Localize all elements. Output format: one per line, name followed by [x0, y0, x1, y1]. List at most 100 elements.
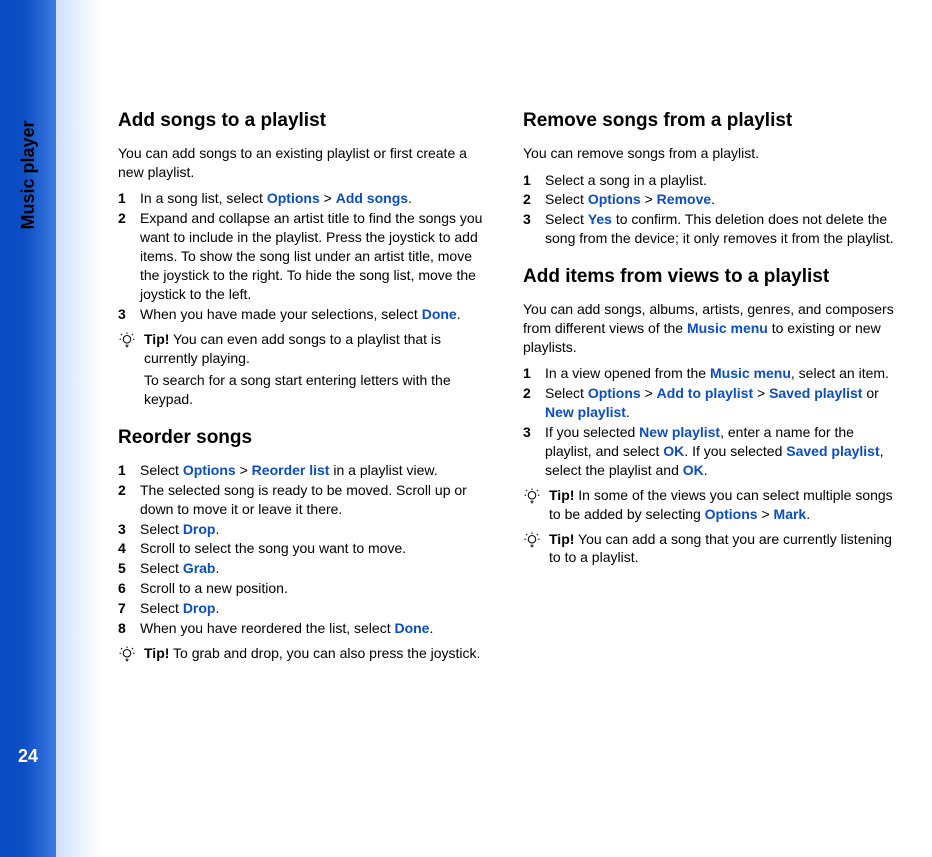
intro-remove: You can remove songs from a playlist.: [523, 144, 900, 163]
step-body: Select Options > Reorder list in a playl…: [140, 461, 495, 480]
step-number: 4: [118, 539, 140, 558]
step-number: 2: [523, 190, 545, 209]
ui-done: Done: [422, 306, 457, 322]
lightbulb-icon: [523, 486, 549, 524]
step: 2 The selected song is ready to be moved…: [118, 481, 495, 519]
ui-add-to-playlist: Add to playlist: [657, 385, 753, 401]
step-body: Select Options > Add to playlist > Saved…: [545, 384, 900, 422]
tip-block: Tip! You can even add songs to a playlis…: [118, 330, 495, 410]
text: To grab and drop, you can also press the…: [169, 645, 480, 661]
step: 1 In a song list, select Options > Add s…: [118, 189, 495, 208]
heading-add-songs: Add songs to a playlist: [118, 108, 495, 134]
ui-yes: Yes: [588, 211, 612, 227]
text: In a view opened from the: [545, 365, 710, 381]
step: 8 When you have reordered the list, sele…: [118, 619, 495, 638]
step-body: Select Yes to confirm. This deletion doe…: [545, 210, 900, 248]
heading-add-from-views: Add items from views to a playlist: [523, 264, 900, 290]
step-body: Select Grab.: [140, 559, 495, 578]
sidebar-fade: [56, 0, 100, 857]
ui-options: Options: [183, 462, 236, 478]
text: .: [711, 191, 715, 207]
text: If you selected: [545, 424, 639, 440]
text: >: [641, 191, 657, 207]
text: . If you selected: [684, 443, 786, 459]
step-number: 5: [118, 559, 140, 578]
ui-remove: Remove: [657, 191, 711, 207]
step: 3 If you selected New playlist, enter a …: [523, 423, 900, 480]
step-number: 2: [523, 384, 545, 422]
lightbulb-icon: [523, 530, 549, 568]
text: Select: [140, 462, 183, 478]
text: .: [215, 600, 219, 616]
text: .: [806, 506, 810, 522]
text: In a song list, select: [140, 190, 267, 206]
page-number: 24: [0, 744, 56, 768]
ui-saved-playlist: Saved playlist: [786, 443, 879, 459]
text: .: [408, 190, 412, 206]
tip-body: Tip! You can add a song that you are cur…: [549, 530, 900, 568]
step: 6 Scroll to a new position.: [118, 579, 495, 598]
text: .: [704, 462, 708, 478]
ui-ok: OK: [663, 443, 684, 459]
text: , select an item.: [791, 365, 889, 381]
step: 4 Scroll to select the song you want to …: [118, 539, 495, 558]
text: >: [236, 462, 252, 478]
step-number: 8: [118, 619, 140, 638]
step-body: In a song list, select Options > Add son…: [140, 189, 495, 208]
tip-label: Tip!: [144, 645, 169, 661]
step-number: 7: [118, 599, 140, 618]
step: 3 When you have made your selections, se…: [118, 305, 495, 324]
step-body: When you have made your selections, sele…: [140, 305, 495, 324]
step-number: 3: [118, 305, 140, 324]
step: 3 Select Yes to confirm. This deletion d…: [523, 210, 900, 248]
text: >: [753, 385, 769, 401]
steps-add-from-views: 1 In a view opened from the Music menu, …: [523, 364, 900, 479]
text: When you have made your selections, sele…: [140, 306, 422, 322]
tip-label: Tip!: [549, 487, 574, 503]
step: 1 Select a song in a playlist.: [523, 171, 900, 190]
text: >: [641, 385, 657, 401]
steps-add-songs: 1 In a song list, select Options > Add s…: [118, 189, 495, 323]
step-number: 1: [523, 171, 545, 190]
heading-remove: Remove songs from a playlist: [523, 108, 900, 134]
text: When you have reordered the list, select: [140, 620, 394, 636]
step-number: 3: [523, 423, 545, 480]
tip-block: Tip! You can add a song that you are cur…: [523, 530, 900, 568]
text: .: [626, 404, 630, 420]
step-number: 1: [523, 364, 545, 383]
lightbulb-icon: [118, 330, 144, 410]
ui-new-playlist: New playlist: [639, 424, 720, 440]
ui-drop: Drop: [183, 600, 216, 616]
tip-body: Tip! In some of the views you can select…: [549, 486, 900, 524]
ui-options: Options: [588, 385, 641, 401]
steps-remove: 1 Select a song in a playlist. 2 Select …: [523, 171, 900, 249]
step-number: 2: [118, 209, 140, 303]
ui-options: Options: [588, 191, 641, 207]
heading-reorder: Reorder songs: [118, 425, 495, 451]
step-number: 2: [118, 481, 140, 519]
tip-label: Tip!: [549, 531, 574, 547]
step-body: Select a song in a playlist.: [545, 171, 900, 190]
text: Select: [140, 521, 183, 537]
step-body: Select Drop.: [140, 599, 495, 618]
ui-options: Options: [705, 506, 758, 522]
step-number: 3: [523, 210, 545, 248]
step-number: 3: [118, 520, 140, 539]
text: Select: [545, 191, 588, 207]
ui-ok: OK: [683, 462, 704, 478]
text: or: [862, 385, 878, 401]
tip-block: Tip! In some of the views you can select…: [523, 486, 900, 524]
text: Select: [545, 211, 588, 227]
ui-saved-playlist: Saved playlist: [769, 385, 862, 401]
step-number: 1: [118, 461, 140, 480]
step-body: When you have reordered the list, select…: [140, 619, 495, 638]
ui-music-menu: Music menu: [710, 365, 791, 381]
step: 5 Select Grab.: [118, 559, 495, 578]
step-body: Select Options > Remove.: [545, 190, 900, 209]
ui-new-playlist: New playlist: [545, 404, 626, 420]
text: .: [216, 560, 220, 576]
text: Select: [140, 560, 183, 576]
intro-add-from-views: You can add songs, albums, artists, genr…: [523, 300, 900, 357]
column-right: Remove songs from a playlist You can rem…: [523, 108, 900, 674]
text: Select: [140, 600, 183, 616]
